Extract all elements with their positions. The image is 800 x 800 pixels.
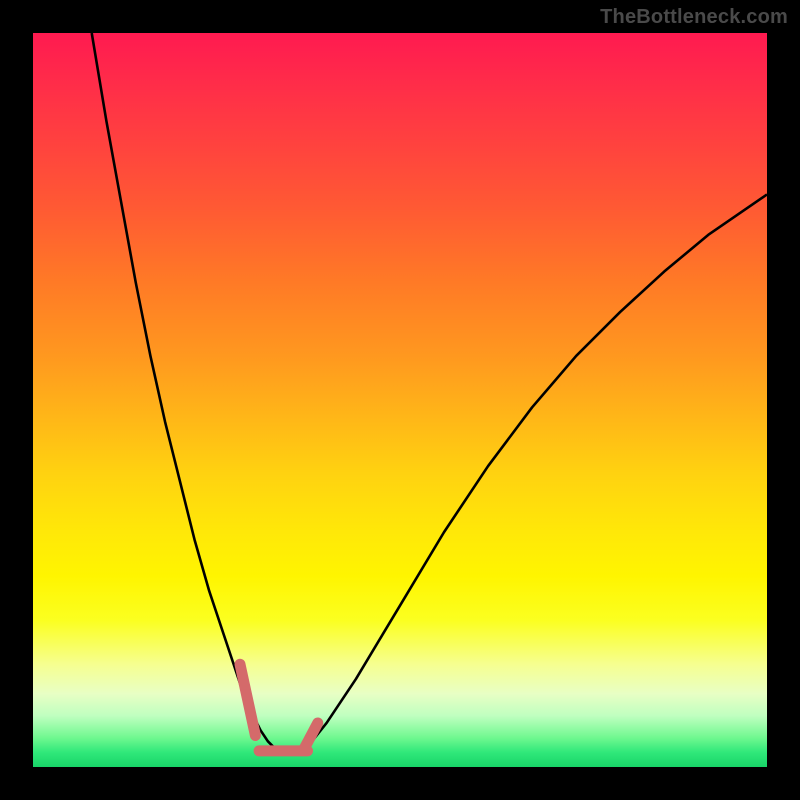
series-pink-marker-left <box>240 664 255 735</box>
series-black-curve <box>92 33 767 752</box>
chart-frame: TheBottleneck.com <box>0 0 800 800</box>
attribution-text: TheBottleneck.com <box>600 6 788 29</box>
series-pink-marker-right <box>305 723 318 748</box>
plot-area <box>33 33 767 767</box>
series-group <box>92 33 767 752</box>
chart-svg <box>33 33 767 767</box>
